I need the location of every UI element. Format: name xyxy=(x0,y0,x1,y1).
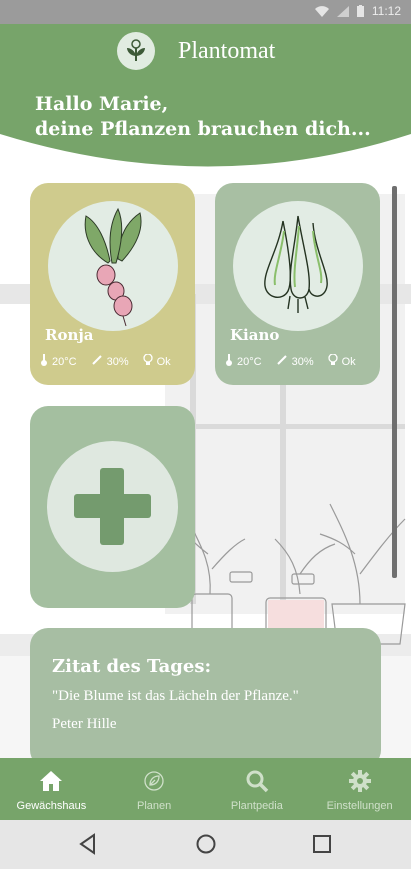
status-time: 11:12 xyxy=(371,4,401,18)
nav-label: Plantpedia xyxy=(230,800,283,812)
quote-of-the-day-card: Zitat des Tages: "Die Blume ist das Läch… xyxy=(30,628,381,768)
radish-illustration xyxy=(48,201,178,331)
plant-name: Ronja xyxy=(45,326,94,344)
nav-item-gewaechshaus[interactable]: Gewächshaus xyxy=(0,758,103,820)
thermometer-icon xyxy=(225,354,233,369)
nav-label: Einstellungen xyxy=(326,800,393,812)
temperature-value: 20°C xyxy=(237,355,262,368)
battery-icon xyxy=(356,5,364,17)
humidity-value: 30% xyxy=(291,355,314,368)
quote-author: Peter Hille xyxy=(52,716,117,732)
nav-label: Planen xyxy=(136,800,172,812)
plant-stats: 20°C 30% Ok xyxy=(225,353,356,369)
thermometer-icon xyxy=(40,354,48,369)
wifi-icon xyxy=(314,5,329,17)
recent-apps-icon[interactable] xyxy=(310,832,334,856)
greeting-line-1: Hallo Marie, xyxy=(35,93,169,115)
leaf-icon xyxy=(141,768,167,794)
home-circle-icon[interactable] xyxy=(194,832,218,856)
plantomat-logo xyxy=(117,32,155,70)
back-icon[interactable] xyxy=(76,832,100,856)
temperature-value: 20°C xyxy=(52,355,77,368)
light-bulb-icon xyxy=(327,353,338,369)
system-navigation-bar xyxy=(0,820,411,869)
humidity-icon xyxy=(91,354,103,369)
nav-label: Gewächshaus xyxy=(16,800,87,812)
add-plant-button[interactable] xyxy=(30,406,195,608)
light-bulb-icon xyxy=(142,353,153,369)
plus-icon xyxy=(47,441,178,572)
nav-item-planen[interactable]: Planen xyxy=(103,758,206,820)
home-icon xyxy=(38,768,64,794)
plant-stats: 20°C 30% Ok xyxy=(40,353,171,369)
plant-card-ronja[interactable]: Ronja 20°C 30% Ok xyxy=(30,183,195,385)
humidity-value: 30% xyxy=(106,355,129,368)
greeting-line-2: deine Pflanzen brauchen dich... xyxy=(35,118,371,140)
search-icon xyxy=(244,768,270,794)
plant-name: Kiano xyxy=(230,326,280,344)
gear-icon xyxy=(347,768,373,794)
garlic-illustration xyxy=(233,201,363,331)
scrollbar[interactable] xyxy=(392,186,397,578)
light-value: Ok xyxy=(341,355,356,368)
signal-icon xyxy=(336,5,349,17)
bottom-navigation: Gewächshaus Planen Plantpedia Einstellun… xyxy=(0,758,411,820)
greeting: Hallo Marie, deine Pflanzen brauchen dic… xyxy=(35,92,371,142)
status-bar: 11:12 xyxy=(0,0,411,24)
nav-item-plantpedia[interactable]: Plantpedia xyxy=(206,758,309,820)
plant-card-kiano[interactable]: Kiano 20°C 30% Ok xyxy=(215,183,380,385)
light-value: Ok xyxy=(156,355,171,368)
app-header: Plantomat Hallo Marie, deine Pflanzen br… xyxy=(0,24,411,174)
app-title: Plantomat xyxy=(178,38,276,64)
nav-item-einstellungen[interactable]: Einstellungen xyxy=(308,758,411,820)
quote-title: Zitat des Tages: xyxy=(52,656,212,677)
humidity-icon xyxy=(276,354,288,369)
quote-text: "Die Blume ist das Lächeln der Pflanze." xyxy=(52,688,299,704)
